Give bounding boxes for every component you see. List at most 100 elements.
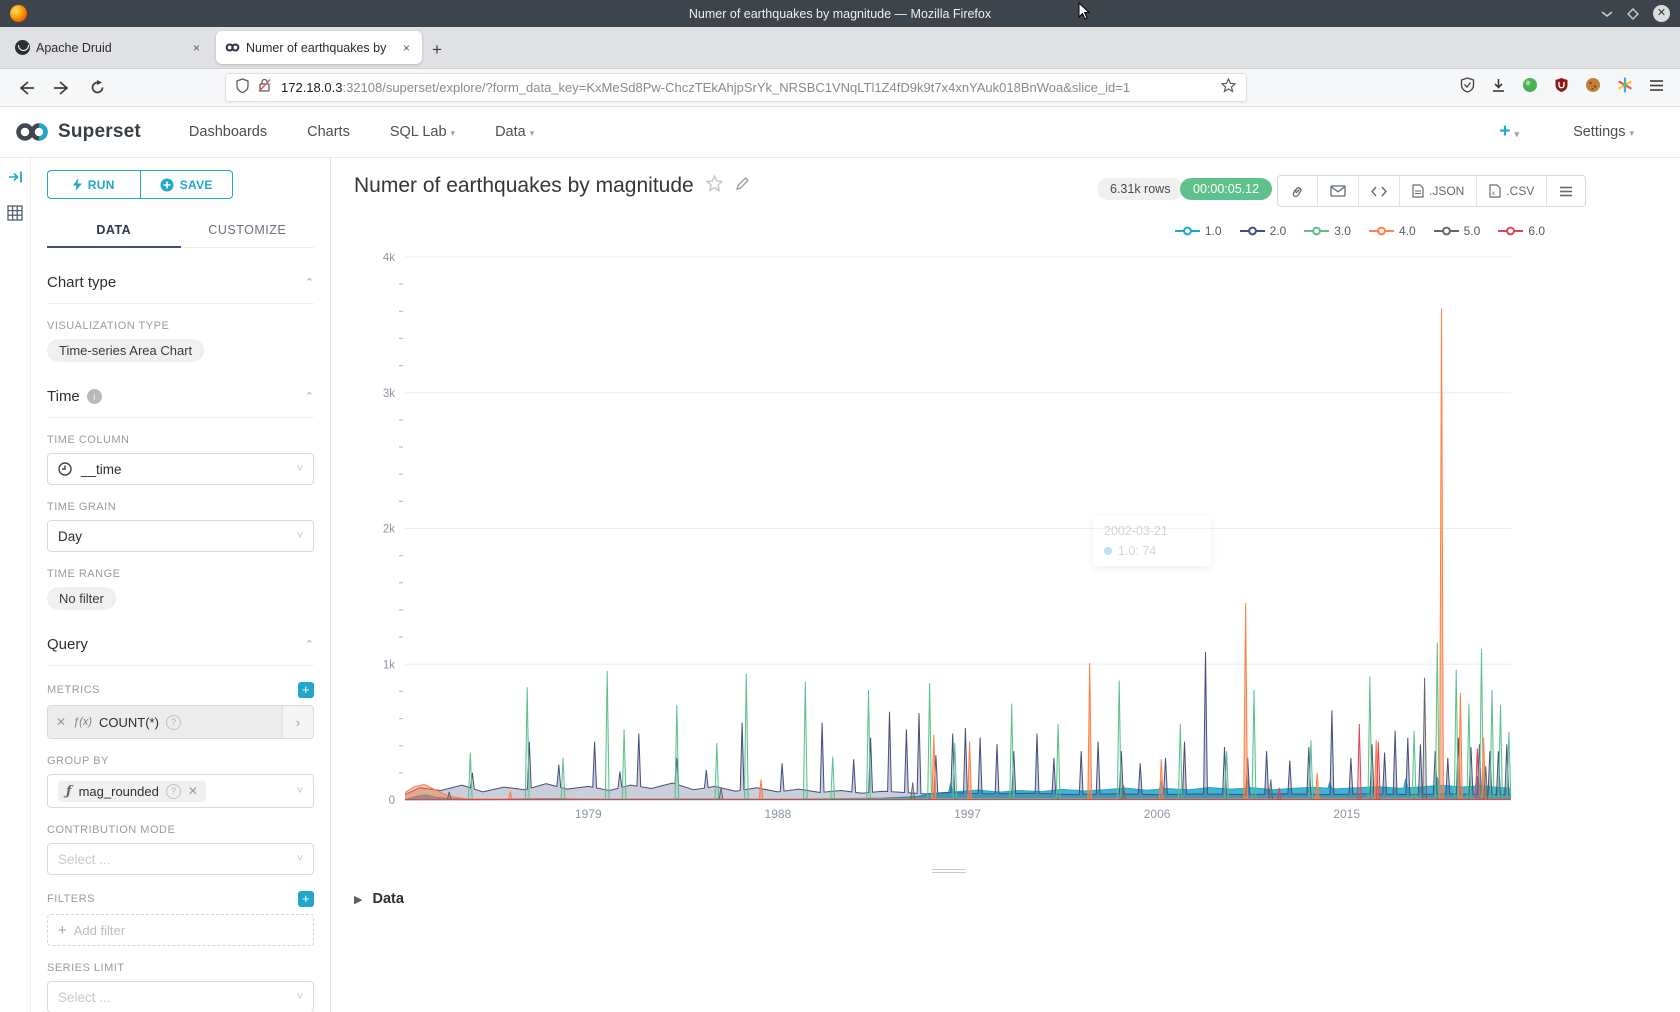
- timeseries-chart[interactable]: 01k2k3k4k19791988199720062015: [361, 253, 1551, 831]
- close-icon[interactable]: ✕: [1653, 5, 1670, 22]
- tab-close-icon[interactable]: ×: [190, 40, 203, 56]
- extension-asterisk-icon[interactable]: [1617, 77, 1633, 98]
- window-titlebar: Numer of earthquakes by magnitude — Mozi…: [0, 0, 1680, 27]
- insecure-lock-icon[interactable]: [258, 78, 272, 98]
- more-options-button[interactable]: [1547, 176, 1585, 206]
- tab-earthquakes[interactable]: Numer of earthquakes by ×: [216, 31, 422, 64]
- nav-dashboards[interactable]: Dashboards: [189, 124, 267, 140]
- url-host: 172.18.0.3: [281, 80, 342, 95]
- legend-item-2.0[interactable]: 2.0: [1240, 224, 1287, 238]
- legend-item-1.0[interactable]: 1.0: [1175, 224, 1222, 238]
- email-button[interactable]: [1318, 176, 1359, 206]
- nav-charts[interactable]: Charts: [307, 124, 350, 140]
- forward-icon[interactable]: [44, 81, 80, 95]
- tab-close-icon[interactable]: ×: [400, 40, 413, 56]
- add-filter-box[interactable]: +Add filter: [47, 914, 314, 946]
- viz-type-label: VISUALIZATION TYPE: [47, 320, 314, 332]
- y-tick-label: 3k: [383, 388, 395, 400]
- help-icon: ?: [166, 715, 181, 730]
- function-icon: ƒ: [66, 784, 72, 799]
- viz-type-value[interactable]: Time-series Area Chart: [47, 339, 204, 362]
- legend-label: 5.0: [1464, 224, 1481, 238]
- chart-area: Numer of earthquakes by magnitude 6.31k …: [331, 158, 1680, 1012]
- section-query[interactable]: Query⌃: [47, 636, 314, 666]
- expand-metric-icon[interactable]: ›: [282, 706, 313, 738]
- add-filter-button[interactable]: +: [298, 891, 314, 907]
- tab-apache-druid[interactable]: Apache Druid ×: [6, 31, 212, 64]
- legend-item-6.0[interactable]: 6.0: [1498, 224, 1545, 238]
- menu-icon[interactable]: [1649, 79, 1664, 97]
- export-json-button[interactable]: .JSON: [1400, 176, 1477, 206]
- back-icon[interactable]: [8, 81, 44, 95]
- reload-icon[interactable]: [80, 80, 115, 95]
- metric-item[interactable]: ✕ ƒ(x) COUNT(*) ? ›: [47, 705, 314, 739]
- maximize-icon[interactable]: [1627, 8, 1639, 20]
- edit-title-icon[interactable]: [735, 176, 750, 196]
- url-bar[interactable]: 172.18.0.3 :32108/superset/explore/?form…: [225, 73, 1247, 102]
- remove-metric-icon[interactable]: ✕: [56, 715, 66, 729]
- copy-link-button[interactable]: [1278, 176, 1318, 206]
- minimize-icon[interactable]: [1601, 10, 1613, 18]
- new-tab-button[interactable]: +: [424, 38, 450, 62]
- legend-item-5.0[interactable]: 5.0: [1434, 224, 1481, 238]
- dataset-grid-icon[interactable]: [7, 205, 23, 226]
- ublock-icon[interactable]: [1554, 77, 1569, 98]
- x-tick-label: 1988: [765, 807, 792, 821]
- series-limit-label: SERIES LIMIT: [47, 962, 314, 974]
- url-path: :32108/superset/explore/?form_data_key=K…: [342, 80, 1221, 95]
- series-line-5.0: [405, 678, 1511, 800]
- cookie-icon[interactable]: [1585, 77, 1601, 98]
- legend-item-3.0[interactable]: 3.0: [1304, 224, 1351, 238]
- group-by-select[interactable]: ƒ mag_rounded ? ✕ ˅: [47, 774, 314, 808]
- time-range-value[interactable]: No filter: [47, 587, 116, 610]
- expand-panel-icon[interactable]: [8, 170, 23, 189]
- embed-code-button[interactable]: [1359, 176, 1400, 206]
- panel-resize-handle[interactable]: [932, 867, 966, 875]
- tab-data[interactable]: DATA: [47, 215, 181, 247]
- export-csv-button[interactable]: x.CSV: [1477, 176, 1547, 206]
- contribution-mode-label: CONTRIBUTION MODE: [47, 824, 314, 836]
- series-dot: [1104, 547, 1112, 555]
- chevron-up-icon: ⌃: [305, 390, 314, 403]
- browser-toolbar: 172.18.0.3 :32108/superset/explore/?form…: [0, 69, 1680, 107]
- bookmark-star-icon[interactable]: [1221, 78, 1236, 98]
- section-chart-type[interactable]: Chart type⌃: [47, 274, 314, 304]
- run-button[interactable]: RUN: [47, 170, 140, 199]
- add-metric-button[interactable]: +: [298, 682, 314, 698]
- nav-sql-lab[interactable]: SQL Lab▾: [390, 124, 455, 140]
- clock-icon: [58, 462, 72, 476]
- superset-favicon: [225, 40, 240, 55]
- data-panel-toggle[interactable]: ▶ Data: [354, 891, 404, 907]
- pocket-shield-icon[interactable]: [1460, 77, 1475, 98]
- favorite-star-icon[interactable]: [706, 175, 723, 197]
- nav-data[interactable]: Data▾: [495, 124, 534, 140]
- chart-tooltip: 2002-03-21 1.0: 74: [1093, 516, 1211, 566]
- time-grain-label: TIME GRAIN: [47, 501, 314, 513]
- panel-tabs: DATA CUSTOMIZE: [47, 215, 314, 248]
- legend-label: 6.0: [1528, 224, 1545, 238]
- series-area-5.0: [405, 678, 1511, 800]
- time-column-select[interactable]: __time˅: [47, 453, 314, 485]
- series-limit-select[interactable]: Select ...˅: [47, 981, 314, 1012]
- time-grain-select[interactable]: Day˅: [47, 520, 314, 552]
- legend-item-4.0[interactable]: 4.0: [1369, 224, 1416, 238]
- legend-marker: [1498, 226, 1523, 236]
- tracking-shield-icon[interactable]: [236, 78, 249, 98]
- group-by-chip[interactable]: ƒ mag_rounded ? ✕: [58, 781, 206, 802]
- extension-green-icon[interactable]: [1522, 77, 1538, 98]
- add-new-button[interactable]: +▾: [1499, 121, 1519, 143]
- superset-logo[interactable]: Superset: [14, 121, 141, 143]
- legend-marker: [1369, 226, 1394, 236]
- chevron-down-icon: ˅: [297, 991, 303, 1003]
- metrics-label: METRICS+: [47, 682, 314, 698]
- window-title: Numer of earthquakes by magnitude — Mozi…: [0, 7, 1680, 21]
- section-time[interactable]: Timei⌃: [47, 388, 314, 418]
- settings-menu[interactable]: Settings▾: [1573, 124, 1634, 140]
- remove-chip-icon[interactable]: ✕: [188, 784, 198, 798]
- y-tick-label: 2k: [383, 524, 395, 536]
- caret-down-icon: ▾: [1515, 129, 1520, 139]
- save-button[interactable]: SAVE: [140, 170, 234, 199]
- downloads-icon[interactable]: [1491, 78, 1506, 98]
- contribution-mode-select[interactable]: Select ...˅: [47, 843, 314, 875]
- tab-customize[interactable]: CUSTOMIZE: [181, 215, 315, 247]
